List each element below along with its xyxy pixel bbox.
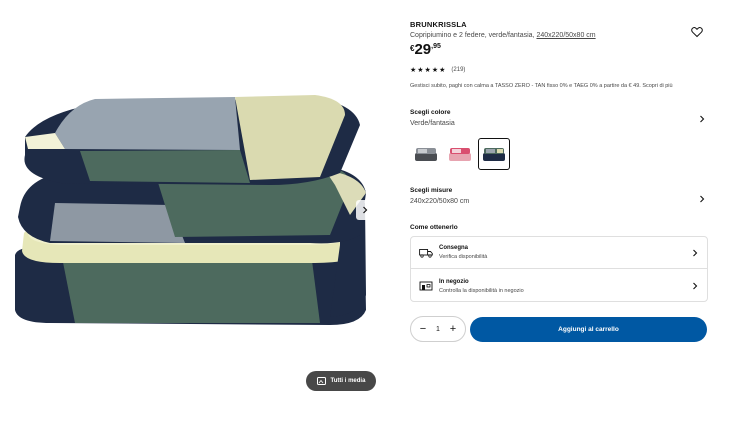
size-label: Scegli misure — [410, 187, 453, 194]
product-image[interactable] — [10, 85, 380, 335]
swatch-grigio[interactable] — [410, 138, 442, 170]
quantity-value[interactable]: 1 — [436, 326, 440, 333]
color-selector[interactable]: Scegli colore Verde/fantasia — [410, 109, 708, 127]
store-icon — [419, 281, 433, 291]
star-rating-icon: ★★★★★ — [410, 67, 447, 74]
product-description-text: Copripiumino e 2 federe, verde/fantasia, — [410, 32, 537, 39]
quantity-increase-button[interactable]: + — [447, 323, 459, 335]
size-value: 240x220/50x80 cm — [410, 198, 470, 205]
quantity-stepper: − 1 + — [410, 316, 466, 342]
delivery-text: Consegna Verifica disponibilità — [439, 245, 487, 260]
product-size-link[interactable]: 240x220/50x80 cm — [536, 32, 595, 39]
rating-count: (219) — [451, 67, 466, 73]
price-decimal: ,95 — [431, 43, 441, 50]
chevron-right-icon — [700, 115, 705, 123]
swatch-verde-image — [483, 148, 505, 161]
chevron-right-icon — [363, 206, 368, 214]
obtain-options: Consegna Verifica disponibilità In negoz… — [410, 236, 708, 302]
heart-icon[interactable] — [691, 26, 703, 38]
chevron-right-icon — [700, 195, 705, 203]
store-title: In negozio — [439, 278, 469, 285]
size-selector[interactable]: Scegli misure 240x220/50x80 cm — [410, 187, 708, 205]
color-label: Scegli colore — [410, 109, 451, 116]
delivery-option[interactable]: Consegna Verifica disponibilità — [411, 237, 707, 269]
swatch-rosa[interactable] — [444, 138, 476, 170]
color-swatches — [410, 138, 510, 170]
swatch-verde[interactable] — [478, 138, 510, 170]
product-gallery: Tutti i media — [0, 0, 390, 426]
gallery-next-button[interactable] — [356, 200, 374, 220]
chevron-right-icon — [693, 249, 698, 257]
add-to-cart-button[interactable]: Aggiungi al carrello — [470, 317, 707, 342]
obtain-title: Come ottenerlo — [410, 224, 458, 231]
delivery-title: Consegna — [439, 245, 469, 251]
store-option[interactable]: In negozio Controlla la disponibilità in… — [411, 270, 707, 302]
product-price: € 29 ,95 — [410, 42, 441, 57]
color-value: Verde/fantasia — [410, 120, 455, 127]
truck-icon — [419, 248, 433, 258]
financing-text[interactable]: Gestisci subito, paghi con calma a TASSO… — [410, 83, 673, 89]
product-description: Copripiumino e 2 federe, verde/fantasia,… — [410, 32, 708, 39]
product-name: BRUNKRISSLA — [410, 20, 467, 29]
quantity-decrease-button[interactable]: − — [417, 323, 429, 335]
rating[interactable]: ★★★★★ (219) — [410, 66, 465, 74]
product-header: BRUNKRISSLA Copripiumino e 2 federe, ver… — [410, 20, 708, 39]
swatch-rosa-image — [449, 148, 471, 161]
gallery-icon — [316, 377, 326, 385]
store-subtitle: Controlla la disponibilità in negozio — [439, 287, 524, 294]
chevron-right-icon — [693, 282, 698, 290]
price-integer: 29 — [414, 41, 432, 58]
swatch-grigio-image — [415, 148, 437, 161]
store-text: In negozio Controlla la disponibilità in… — [439, 279, 524, 294]
all-media-label: Tutti i media — [330, 378, 366, 384]
all-media-button[interactable]: Tutti i media — [306, 371, 376, 391]
delivery-subtitle: Verifica disponibilità — [439, 254, 488, 260]
